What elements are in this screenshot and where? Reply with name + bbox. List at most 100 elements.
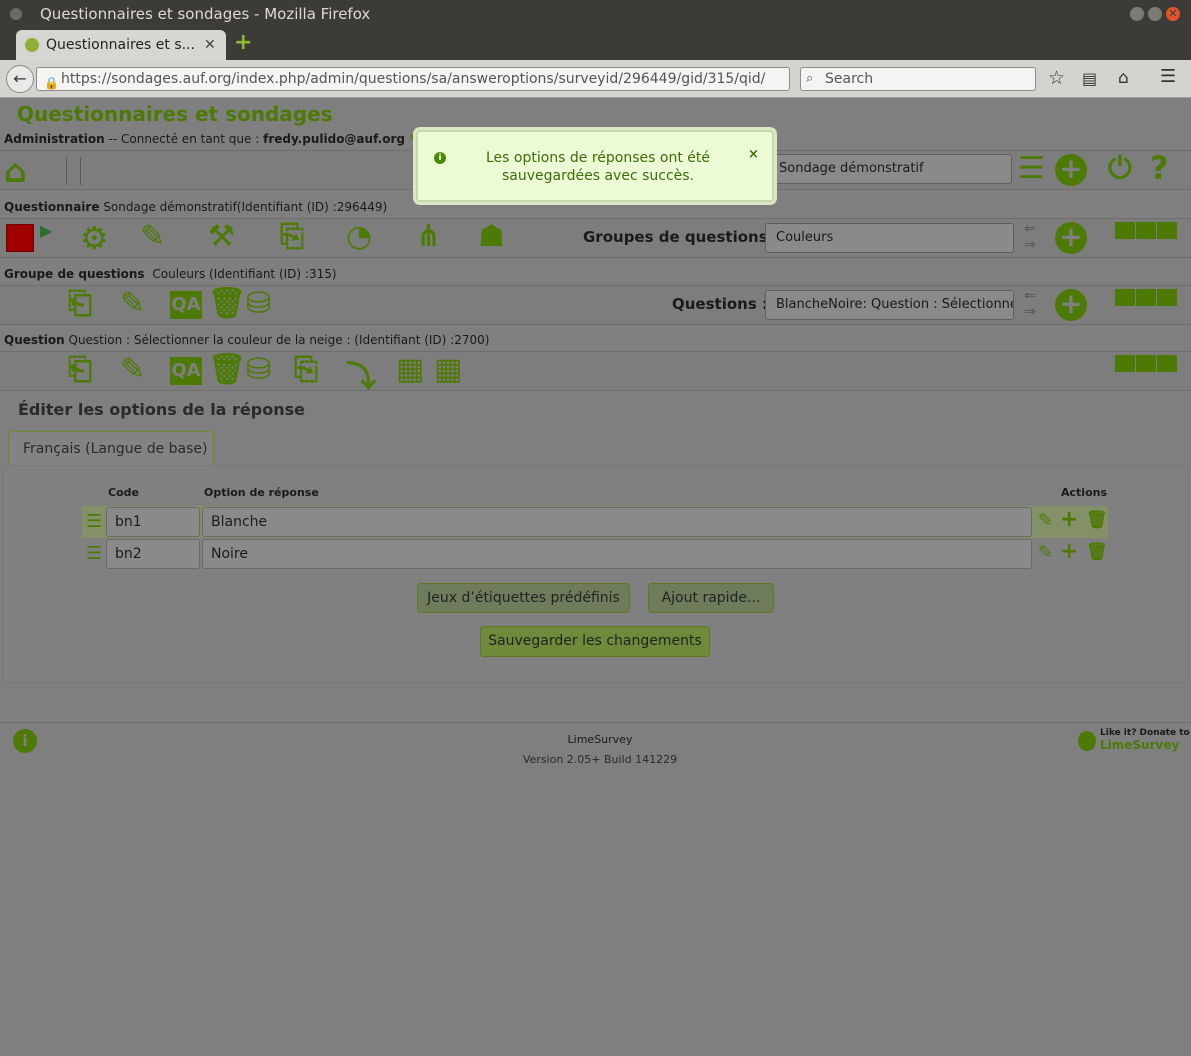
participants-icon[interactable]: ☗ (478, 219, 505, 254)
answer-code-input[interactable]: bn2 (106, 539, 200, 569)
answer-code-input[interactable]: bn1 (106, 507, 200, 537)
reorder-arrows-icon[interactable]: ⇐ ⇒ (1024, 221, 1036, 253)
display-export-icon[interactable]: ⎘ (280, 219, 304, 254)
export-question-icon[interactable]: ⛁ (246, 352, 271, 387)
add-answer-icon[interactable]: + (1060, 507, 1078, 532)
edit-answer-icon[interactable]: ✎ (1038, 542, 1053, 563)
conditions-icon[interactable]: ⤵ (346, 352, 376, 396)
questions-select[interactable]: BlancheNoire: Question : Sélectionne (765, 290, 1014, 320)
list-surveys-icon[interactable]: ☰ (1018, 151, 1045, 186)
close-panel-icon[interactable] (1157, 289, 1177, 306)
maximize-panel-icon[interactable] (1136, 289, 1156, 306)
close-panel-icon[interactable] (1157, 222, 1177, 239)
add-group-button[interactable]: + (1055, 222, 1087, 254)
url-bar[interactable]: 🔒 https://sondages.auf.org/index.php/adm… (36, 67, 790, 91)
edit-survey-icon[interactable]: ✎ (140, 219, 165, 254)
hamburger-menu-icon[interactable]: ☰ (1160, 66, 1176, 87)
toolbar-separator (80, 157, 81, 185)
add-question-button[interactable]: + (1055, 289, 1087, 321)
edit-question-icon[interactable]: ✎ (120, 352, 145, 387)
window-menu-icon[interactable] (10, 8, 22, 20)
qa-preview-icon[interactable]: QA (170, 291, 202, 319)
bookmark-star-icon[interactable]: ☆ (1048, 67, 1065, 89)
quick-add-label: Ajout rapide... (661, 590, 761, 606)
home-admin-icon[interactable]: ⌂ (4, 152, 27, 190)
edit-group-icon[interactable]: ✎ (120, 286, 145, 321)
logout-power-icon[interactable]: ⏻ (1108, 151, 1132, 186)
question-toolbar: ⎗ ✎ QA 🗑 ⛁ ⎘ ⤵ ▦ ▦ (0, 351, 1191, 395)
subquestions-grid-icon[interactable]: ▦ (396, 352, 424, 387)
minimize-button[interactable] (1130, 7, 1144, 21)
export-group-icon[interactable]: ⛁ (246, 286, 271, 321)
add-question-icon[interactable]: ⎗ (68, 352, 92, 387)
footer-product: LimeSurvey (567, 733, 633, 746)
answer-text-input[interactable]: Noire (202, 539, 1032, 569)
close-tab-icon[interactable]: ✕ (204, 30, 216, 60)
question-label: Question (4, 333, 65, 347)
delete-group-icon[interactable]: 🗑 (208, 286, 246, 321)
group-label: Groupe de questions (4, 267, 145, 281)
save-changes-label: Sauvegarder les changements (488, 633, 702, 649)
donate-line2: LimeSurvey (1100, 738, 1180, 752)
group-toolbar: ⎗ ✎ QA 🗑 ⛁ Questions : BlancheNoire: Que… (0, 285, 1191, 325)
browser-tab[interactable]: Questionnaires et s... ✕ (16, 30, 226, 60)
search-box[interactable]: ⌕ Search (800, 67, 1036, 91)
quick-add-button[interactable]: Ajout rapide... (648, 583, 774, 613)
minimize-panel-icon[interactable] (1115, 355, 1135, 372)
answer-options-grid-icon[interactable]: ▦ (434, 352, 462, 387)
answer-code-value: bn1 (115, 514, 142, 530)
minimize-panel-icon[interactable] (1115, 222, 1135, 239)
activate-survey-icon[interactable]: ▶ (40, 221, 52, 240)
window-title: Questionnaires et sondages - Mozilla Fir… (40, 5, 371, 23)
delete-question-icon[interactable]: 🗑 (208, 352, 246, 387)
tab-language-label: Français (Langue de base) (23, 441, 208, 457)
groups-select[interactable]: Couleurs (765, 223, 1014, 253)
reorder-arrows-icon[interactable]: ⇐ ⇒ (1024, 288, 1036, 320)
stop-survey-icon[interactable] (6, 224, 34, 252)
add-survey-button[interactable]: + (1055, 154, 1087, 186)
qa-preview-icon[interactable]: QA (170, 357, 202, 385)
toolbar-separator (66, 157, 67, 185)
new-tab-icon[interactable]: + (234, 30, 252, 55)
notification-line2: sauvegardées avec succès. (501, 168, 695, 184)
maximize-button[interactable] (1148, 7, 1162, 21)
survey-select[interactable]: Sondage démonstratif (768, 154, 1012, 184)
survey-toolbar: ▶ ⚙ ✎ ⚒ ⎘ ◔ ⋔ ☗ Groupes de questions : C… (0, 218, 1191, 258)
tools-icon[interactable]: ⚒ (208, 219, 235, 254)
responses-icon[interactable]: ◔ (346, 219, 372, 254)
add-answer-icon[interactable]: + (1060, 539, 1078, 564)
donate-link[interactable]: Like it? Donate to LimeSurvey (1076, 728, 1190, 754)
delete-answer-icon[interactable]: 🗑 (1086, 542, 1108, 562)
home-icon[interactable]: ⌂ (1118, 68, 1129, 88)
user-name: fredy.pulido@auf.org (263, 132, 405, 146)
search-placeholder: Search (825, 71, 874, 87)
close-panel-icon[interactable] (1157, 355, 1177, 372)
survey-label: Questionnaire (4, 200, 100, 214)
save-changes-button[interactable]: Sauvegarder les changements (480, 626, 710, 657)
minimize-panel-icon[interactable] (1115, 289, 1135, 306)
connected-text: -- Connecté en tant que : (108, 132, 260, 146)
delete-answer-icon[interactable]: 🗑 (1086, 510, 1108, 530)
questions-select-value: BlancheNoire: Question : Sélectionne (776, 297, 1014, 312)
add-question-icon[interactable]: ⎗ (68, 286, 92, 321)
maximize-panel-icon[interactable] (1136, 355, 1156, 372)
drag-handle-icon[interactable]: ☰ (86, 511, 102, 532)
help-icon[interactable]: ? (1150, 149, 1169, 187)
footer-divider (0, 722, 1191, 723)
reading-list-icon[interactable]: ▤ (1082, 69, 1097, 88)
close-notification-icon[interactable]: × (748, 147, 759, 162)
copy-question-icon[interactable]: ⎘ (294, 352, 318, 387)
admin-label: Administration (4, 132, 105, 146)
app-title: Questionnaires et sondages (17, 102, 333, 126)
tab-language-base[interactable]: Français (Langue de base) (8, 431, 214, 466)
back-button[interactable]: ← (6, 65, 34, 93)
answer-text-input[interactable]: Blanche (202, 507, 1032, 537)
maximize-panel-icon[interactable] (1136, 222, 1156, 239)
predefined-labels-button[interactable]: Jeux d’étiquettes prédéfinis (417, 583, 630, 613)
drag-handle-icon[interactable]: ☰ (86, 543, 102, 564)
settings-gear-icon[interactable]: ⚙ (80, 219, 109, 257)
group-bar-text: Groupe de questions Couleurs (Identifian… (4, 267, 337, 281)
close-window-button[interactable]: ✕ (1166, 7, 1180, 21)
edit-answer-icon[interactable]: ✎ (1038, 510, 1053, 531)
survey-structure-icon[interactable]: ⋔ (416, 219, 441, 254)
